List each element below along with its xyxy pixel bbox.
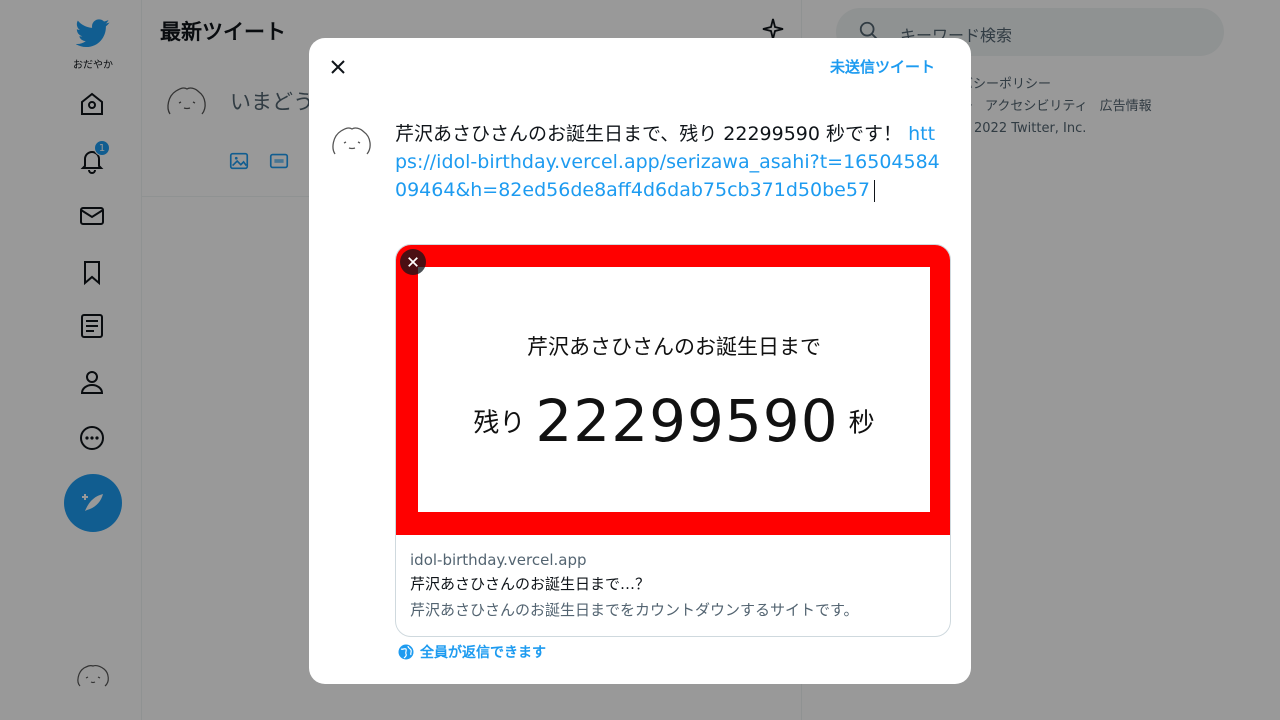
card-image-suffix: 秒 <box>848 408 875 439</box>
card-image-number: 22299590 <box>535 387 839 455</box>
card-image-heading: 芹沢あさひさんのお誕生日まで <box>527 335 821 359</box>
remove-card-button[interactable] <box>400 249 426 275</box>
card-image-inner: 芹沢あさひさんのお誕生日まで 残り 22299590 秒 <box>418 267 930 512</box>
card-domain: idol-birthday.vercel.app <box>410 551 587 569</box>
card-image-countdown: 残り 22299590 秒 <box>418 387 930 455</box>
link-preview-card[interactable]: 芹沢あさひさんのお誕生日まで 残り 22299590 秒 idol-birthday… <box>395 244 951 637</box>
drafts-button[interactable]: 未送信ツイート <box>830 56 935 77</box>
tweet-text-input[interactable]: 芹沢あさひさんのお誕生日まで、残り 22299590 秒です！ https://… <box>395 120 943 204</box>
text-cursor <box>874 179 876 202</box>
reply-setting-button[interactable]: 全員が返信できます <box>397 642 546 662</box>
globe-icon <box>398 644 414 660</box>
card-title: 芹沢あさひさんのお誕生日まで…？ <box>410 575 651 593</box>
tweet-text: 芹沢あさひさんのお誕生日まで、残り 22299590 秒です！ <box>395 123 903 145</box>
close-icon <box>408 257 418 267</box>
author-avatar[interactable] <box>327 118 377 168</box>
card-description: 芹沢あさひさんのお誕生日までをカウントダウンするサイトです。 <box>410 601 859 619</box>
card-meta: idol-birthday.vercel.app 芹沢あさひさんのお誕生日まで…… <box>396 535 950 636</box>
close-icon <box>331 60 345 74</box>
card-image: 芹沢あさひさんのお誕生日まで 残り 22299590 秒 <box>396 245 950 535</box>
close-button[interactable] <box>323 52 353 82</box>
card-image-prefix: 残り <box>473 408 526 439</box>
reply-setting-label: 全員が返信できます <box>420 645 546 661</box>
compose-tweet-modal: 未送信ツイート 芹沢あさひさんのお誕生日まで、残り 22299590 秒です！ … <box>309 38 971 684</box>
